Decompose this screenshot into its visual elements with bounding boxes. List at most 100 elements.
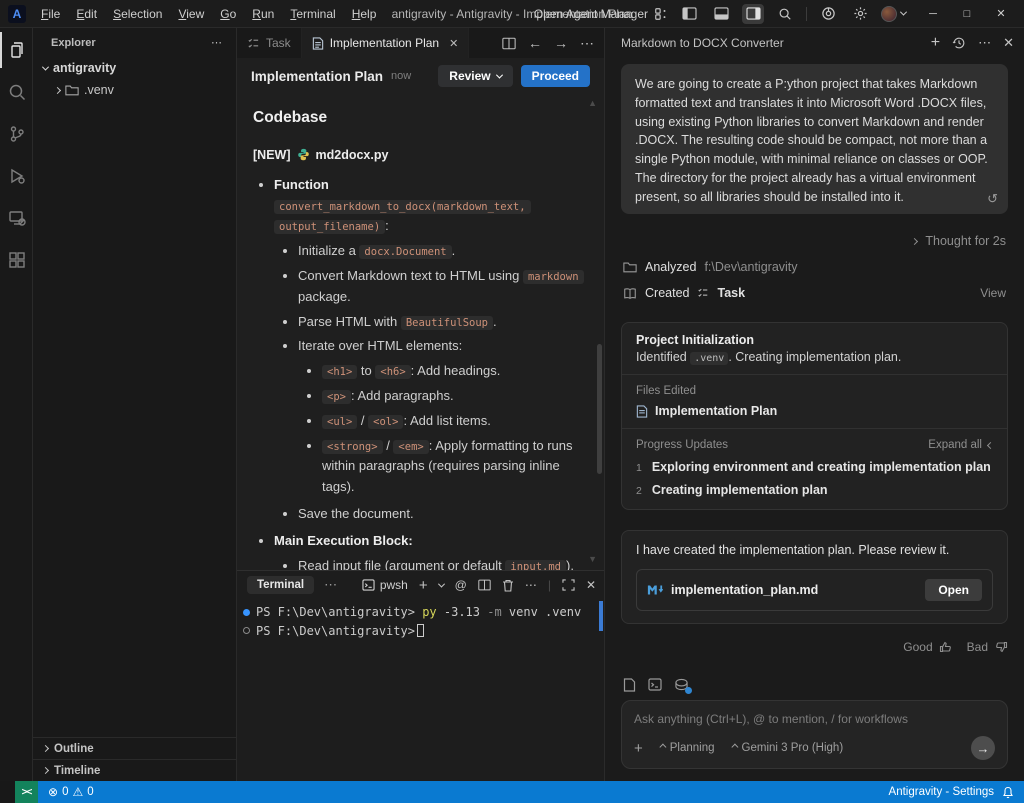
- expand-all-button[interactable]: Expand all: [928, 439, 993, 451]
- extensions-icon[interactable]: [0, 242, 33, 278]
- shell-selector[interactable]: pwsh: [362, 578, 408, 592]
- terminal-scrollbar[interactable]: [599, 601, 603, 631]
- open-agent-manager-button[interactable]: Open Agent Manager: [534, 7, 668, 21]
- command-pending-dot-icon: [243, 627, 250, 634]
- editor-more-icon[interactable]: ⋯: [580, 35, 594, 52]
- thumbs-up-icon[interactable]: [939, 640, 953, 654]
- maximize-button[interactable]: □: [950, 1, 984, 27]
- terminal-tab[interactable]: Terminal: [247, 576, 314, 594]
- settings-gear-icon[interactable]: [849, 4, 871, 24]
- menu-help[interactable]: Help: [345, 4, 384, 24]
- add-context-icon[interactable]: +: [634, 740, 643, 757]
- browser-context-icon[interactable]: [674, 678, 689, 692]
- menu-selection[interactable]: Selection: [106, 4, 169, 24]
- section-title: Project Initialization: [636, 333, 993, 347]
- search-sidebar-icon[interactable]: [0, 74, 33, 110]
- chevron-left-icon: [987, 442, 994, 449]
- toggle-right-panel-icon[interactable]: [742, 4, 764, 24]
- menu-file[interactable]: File: [34, 4, 67, 24]
- plan-header: Implementation Plan now Review Proceed: [237, 58, 604, 94]
- terminal-body[interactable]: PS F:\Dev\antigravity> py -3.13 -m venv …: [237, 599, 604, 781]
- toggle-left-sidebar-icon[interactable]: [678, 4, 700, 24]
- edited-file-row[interactable]: Implementation Plan: [636, 404, 993, 418]
- close-panel-icon[interactable]: ✕: [586, 578, 596, 592]
- proceed-button[interactable]: Proceed: [521, 65, 590, 87]
- source-control-icon[interactable]: [0, 116, 33, 152]
- toggle-bottom-panel-icon[interactable]: [710, 4, 732, 24]
- artifact-name: implementation_plan.md: [671, 583, 818, 597]
- user-message: We are going to create a P:ython project…: [621, 64, 1008, 214]
- at-mention-icon[interactable]: @: [455, 578, 467, 592]
- file-icon: [312, 37, 324, 50]
- bell-icon[interactable]: [1002, 786, 1014, 799]
- edit-message-icon[interactable]: ↺: [987, 189, 998, 209]
- project-initialization-section: Project Initialization Identified .venv.…: [622, 323, 1007, 374]
- kill-terminal-trash-icon[interactable]: [502, 579, 514, 592]
- minimize-button[interactable]: ─: [916, 1, 950, 27]
- mode-selector[interactable]: Planning: [659, 742, 715, 754]
- thought-label: Thought for 2s: [925, 234, 1006, 248]
- thought-row[interactable]: Thought for 2s: [623, 230, 1006, 252]
- send-button[interactable]: →: [971, 736, 995, 760]
- nav-forward-icon[interactable]: →: [554, 35, 568, 51]
- search-icon[interactable]: [774, 4, 796, 24]
- account-menu[interactable]: [881, 6, 906, 22]
- tab-close-icon[interactable]: ✕: [449, 37, 458, 50]
- terminal-dropdown-icon[interactable]: [438, 580, 445, 587]
- open-artifact-button[interactable]: Open: [925, 579, 982, 601]
- agent-manager-label: Open Agent Manager: [534, 7, 648, 21]
- maximize-panel-icon[interactable]: [562, 579, 575, 591]
- progress-update-item[interactable]: 2 Creating implementation plan: [636, 483, 993, 497]
- run-debug-icon[interactable]: [0, 158, 33, 194]
- remote-indicator[interactable]: ><: [15, 781, 38, 803]
- explorer-icon[interactable]: [0, 32, 33, 68]
- tab-task[interactable]: Task: [237, 28, 302, 58]
- browser-icon[interactable]: [817, 4, 839, 24]
- created-row[interactable]: Created Task View: [623, 282, 1006, 304]
- chat-input[interactable]: [634, 712, 995, 726]
- terminal-tab-more-icon[interactable]: ⋯: [324, 577, 337, 593]
- explorer-more-icon[interactable]: ⋯: [211, 36, 222, 49]
- terminal-cursor: [417, 624, 424, 637]
- split-terminal-icon[interactable]: [478, 579, 491, 591]
- menu-terminal[interactable]: Terminal: [283, 4, 342, 24]
- notification-badge: [685, 687, 692, 694]
- new-file-context-icon[interactable]: [623, 678, 636, 692]
- thumbs-down-icon[interactable]: [994, 640, 1008, 654]
- timeline-section[interactable]: Timeline: [33, 759, 236, 781]
- menu-go[interactable]: Go: [213, 4, 243, 24]
- terminal-context-icon[interactable]: [648, 678, 662, 691]
- text-segment: : Add headings.: [411, 363, 501, 378]
- menu-edit[interactable]: Edit: [69, 4, 104, 24]
- files-edited-section: Files Edited Implementation Plan: [622, 374, 1007, 428]
- conversation-scroll[interactable]: We are going to create a P:ython project…: [605, 58, 1024, 674]
- new-conversation-icon[interactable]: +: [931, 34, 940, 52]
- artifact-row[interactable]: implementation_plan.md Open: [636, 569, 993, 611]
- view-link[interactable]: View: [980, 286, 1006, 300]
- progress-update-item[interactable]: 1 Exploring environment and creating imp…: [636, 460, 993, 474]
- editor-scrollbar[interactable]: [597, 344, 602, 474]
- update-number: 1: [636, 462, 642, 474]
- panel-more-icon[interactable]: ⋯: [978, 35, 991, 51]
- close-button[interactable]: ✕: [984, 1, 1018, 27]
- model-selector[interactable]: Gemini 3 Pro (High): [731, 742, 844, 754]
- analyzed-row[interactable]: Analyzed f:\Dev\antigravity: [623, 256, 1006, 278]
- tree-item-venv[interactable]: .venv: [33, 79, 236, 101]
- panel-close-icon[interactable]: ✕: [1003, 35, 1014, 51]
- chat-input-box[interactable]: + Planning Gemini 3 Pro (High) →: [621, 700, 1008, 769]
- new-badge: [NEW]: [253, 145, 291, 165]
- review-button[interactable]: Review: [438, 65, 512, 87]
- history-icon[interactable]: [952, 36, 966, 50]
- tree-item-root[interactable]: antigravity: [33, 57, 236, 79]
- remote-explorer-icon[interactable]: [0, 200, 33, 236]
- menu-view[interactable]: View: [171, 4, 211, 24]
- terminal-more-icon[interactable]: ⋯: [525, 578, 537, 592]
- new-terminal-icon[interactable]: +: [419, 577, 428, 594]
- outline-section[interactable]: Outline: [33, 737, 236, 759]
- menu-run[interactable]: Run: [245, 4, 281, 24]
- settings-status-label[interactable]: Antigravity - Settings: [889, 786, 994, 798]
- errors-warnings[interactable]: ⊗ 0 ⚠ 0: [48, 785, 94, 799]
- split-editor-icon[interactable]: [502, 37, 516, 50]
- tab-implementation-plan[interactable]: Implementation Plan ✕: [302, 28, 470, 58]
- nav-back-icon[interactable]: ←: [528, 35, 542, 51]
